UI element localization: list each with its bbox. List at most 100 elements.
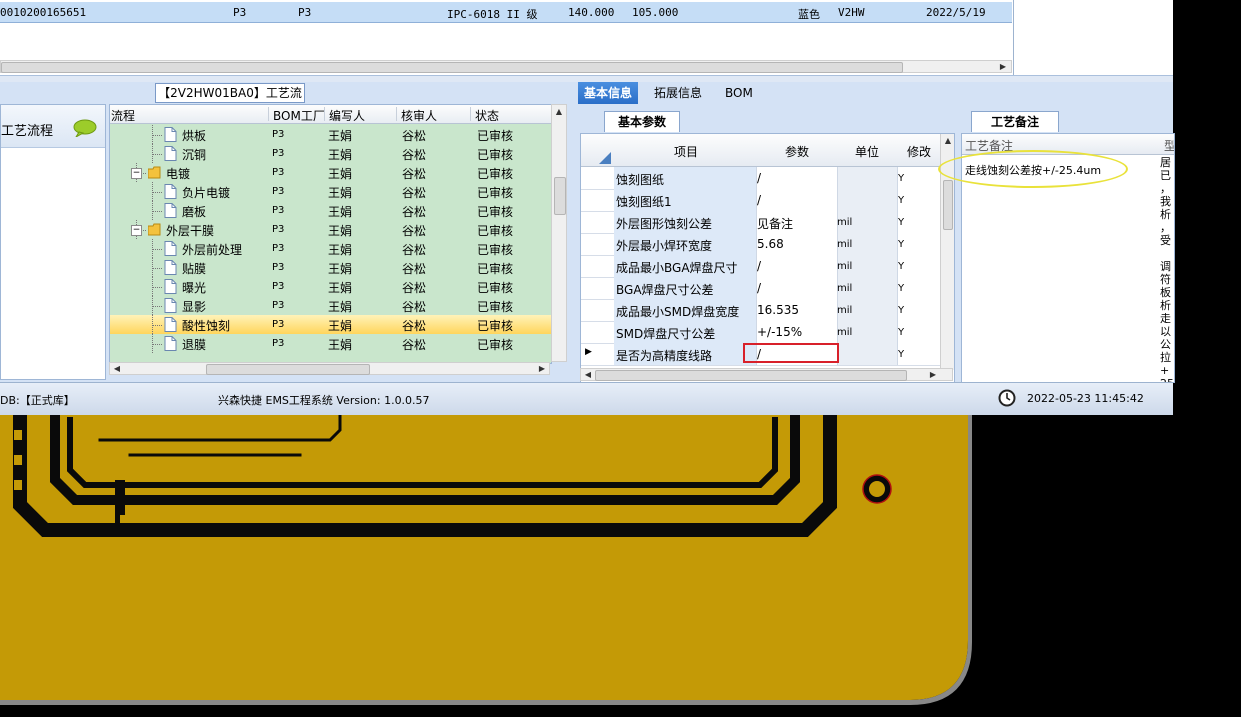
- document-icon: [164, 184, 177, 199]
- corner-indicator-icon: [599, 152, 611, 164]
- tree-row[interactable]: 退膜 P3 王娟 谷松 已审核: [110, 334, 551, 353]
- scroll-right-icon[interactable]: ▶: [536, 363, 548, 374]
- tree-cell-status: 已审核: [477, 338, 514, 352]
- col-header-reviewer[interactable]: 核审人: [396, 107, 437, 123]
- scroll-thumb[interactable]: [554, 177, 566, 215]
- tree-cell-flow: 退膜: [182, 338, 207, 352]
- tree-cell-factory: P3: [272, 300, 285, 311]
- tree-line: [152, 135, 162, 136]
- param-value-cell[interactable]: [756, 189, 837, 211]
- param-unit-cell: [837, 167, 898, 189]
- tree-cell-writer: 王娟: [328, 338, 353, 352]
- tree-row[interactable]: 沉铜 P3 王娟 谷松 已审核: [110, 144, 551, 163]
- col-header-item[interactable]: 项目: [616, 143, 756, 160]
- flow-panel-title: 【2V2HW01BA0】工艺流程: [155, 83, 305, 118]
- tab-extended-info[interactable]: 拓展信息: [648, 82, 708, 104]
- tree-cell-status: 已审核: [477, 262, 514, 276]
- scroll-left-icon[interactable]: ◀: [111, 363, 123, 374]
- remarks-col-header-2[interactable]: 型: [1164, 137, 1174, 154]
- tree-cell-factory: P3: [272, 338, 285, 349]
- col-header-writer[interactable]: 编写人: [324, 107, 365, 123]
- tree-line: [152, 306, 162, 307]
- process-tree-grid: 流程 BOM工厂 编写人 核审人 状态 烘板 P3 王娟 谷松 已审核 沉铜 P3 王娟 谷松已…: [109, 104, 552, 364]
- tab-basic-info[interactable]: 基本信息: [578, 82, 639, 104]
- tree-row[interactable]: − 电镀 P3 王娟 谷松 已审核: [110, 163, 551, 182]
- param-row[interactable]: 成品最小SMD焊盘宽度 16.535 mil Y: [581, 299, 954, 322]
- left-nav-item-process[interactable]: 工艺流程: [1, 105, 105, 148]
- top-grid-hscrollbar[interactable]: ▶: [0, 60, 1012, 73]
- param-name: 成品最小BGA焊盘尺寸: [616, 261, 738, 275]
- tree-cell-flow: 烘板: [182, 129, 207, 143]
- tree-row[interactable]: 负片电镀 P3 王娟 谷松 已审核: [110, 182, 551, 201]
- tree-cell-factory: P3: [272, 167, 285, 178]
- tree-row[interactable]: 酸性蚀刻 P3 王娟 谷松 已审核: [110, 315, 551, 334]
- param-row[interactable]: 外层最小焊环宽度 5.68 mil Y: [581, 233, 954, 256]
- col-header-unit[interactable]: 单位: [837, 143, 897, 160]
- tree-vscrollbar[interactable]: ▲: [551, 104, 567, 362]
- highlight-red-box: [743, 343, 839, 363]
- scroll-thumb[interactable]: [1, 62, 903, 73]
- folder-icon: [148, 166, 161, 179]
- tab-process-remarks[interactable]: 工艺备注: [971, 111, 1059, 132]
- scroll-left-icon[interactable]: ◀: [582, 369, 594, 380]
- tree-row[interactable]: − 外层干膜 P3 王娟 谷松 已审核: [110, 220, 551, 239]
- tree-row[interactable]: 外层前处理 P3 王娟 谷松 已审核: [110, 239, 551, 258]
- tree-cell-status: 已审核: [477, 300, 514, 314]
- param-row[interactable]: 成品最小BGA焊盘尺寸 / mil Y: [581, 255, 954, 278]
- param-modify: Y: [898, 283, 905, 294]
- param-value-cell[interactable]: [756, 255, 837, 277]
- param-row[interactable]: 蚀刻图纸1 / Y: [581, 189, 954, 212]
- tree-cell-status: 已审核: [477, 281, 514, 295]
- tree-row[interactable]: 磨板 P3 王娟 谷松 已审核: [110, 201, 551, 220]
- param-name: 外层最小焊环宽度: [616, 239, 713, 253]
- param-value-cell[interactable]: [756, 277, 837, 299]
- param-row[interactable]: SMD焊盘尺寸公差 +/-15% mil Y: [581, 321, 954, 344]
- tree-header: 流程 BOM工厂 编写人 核审人 状态: [110, 105, 551, 124]
- param-row[interactable]: 外层图形蚀刻公差 见备注 mil Y: [581, 211, 954, 234]
- col-header-modify[interactable]: 修改: [897, 143, 941, 160]
- scroll-up-icon[interactable]: ▲: [553, 106, 565, 117]
- col-header-flow[interactable]: 流程: [110, 107, 135, 123]
- app-window: 0010200165651 P3 P3 IPC-6018 II 级 140.00…: [0, 0, 1175, 415]
- tree-cell-status: 已审核: [477, 186, 514, 200]
- document-icon: [164, 298, 177, 313]
- scroll-thumb[interactable]: [595, 370, 907, 381]
- param-modify: Y: [898, 349, 905, 360]
- param-row[interactable]: 蚀刻图纸 / Y: [581, 167, 954, 190]
- collapse-icon[interactable]: −: [131, 168, 142, 179]
- col-header-status[interactable]: 状态: [470, 107, 499, 123]
- tree-row[interactable]: 贴膜 P3 王娟 谷松 已审核: [110, 258, 551, 277]
- tree-row[interactable]: 曝光 P3 王娟 谷松 已审核: [110, 277, 551, 296]
- col-header-factory[interactable]: BOM工厂: [268, 107, 325, 123]
- tab-bom[interactable]: BOM: [719, 82, 759, 104]
- row-val1: 140.000: [568, 6, 615, 19]
- scroll-thumb[interactable]: [206, 364, 370, 375]
- tree-cell-reviewer: 谷松: [402, 300, 427, 314]
- tree-cell-flow: 显影: [182, 300, 207, 314]
- tree-cell-flow: 曝光: [182, 281, 207, 295]
- param-row[interactable]: BGA焊盘尺寸公差 / mil Y: [581, 277, 954, 300]
- param-grid-hscrollbar[interactable]: ◀ ▶: [580, 368, 953, 381]
- collapse-icon[interactable]: −: [131, 225, 142, 236]
- scroll-thumb[interactable]: [943, 180, 953, 230]
- tree-hscrollbar[interactable]: ◀ ▶: [109, 362, 550, 375]
- subtab-basic-params[interactable]: 基本参数: [604, 111, 680, 132]
- top-right-blank: [1014, 0, 1173, 75]
- status-db: DB:【正式库】: [0, 394, 75, 407]
- tree-cell-writer: 王娟: [328, 167, 353, 181]
- param-unit: mil: [837, 327, 853, 338]
- row-code2: V2HW: [838, 6, 865, 19]
- tree-row[interactable]: 显影 P3 王娟 谷松 已审核: [110, 296, 551, 315]
- left-nav-menu: 工艺流程: [0, 104, 106, 380]
- col-header-param[interactable]: 参数: [757, 143, 837, 160]
- tree-row[interactable]: 烘板 P3 王娟 谷松 已审核: [110, 125, 551, 144]
- tree-cell-writer: 王娟: [328, 281, 353, 295]
- top-grid-selected-row[interactable]: 0010200165651 P3 P3 IPC-6018 II 级 140.00…: [0, 2, 1012, 23]
- scroll-right-icon[interactable]: ▶: [997, 61, 1009, 72]
- scroll-right-icon[interactable]: ▶: [927, 369, 939, 380]
- document-icon: [164, 127, 177, 142]
- param-name: 外层图形蚀刻公差: [616, 217, 713, 231]
- tree-cell-reviewer: 谷松: [402, 224, 427, 238]
- param-value-cell[interactable]: [756, 167, 837, 189]
- scroll-up-icon[interactable]: ▲: [942, 135, 954, 146]
